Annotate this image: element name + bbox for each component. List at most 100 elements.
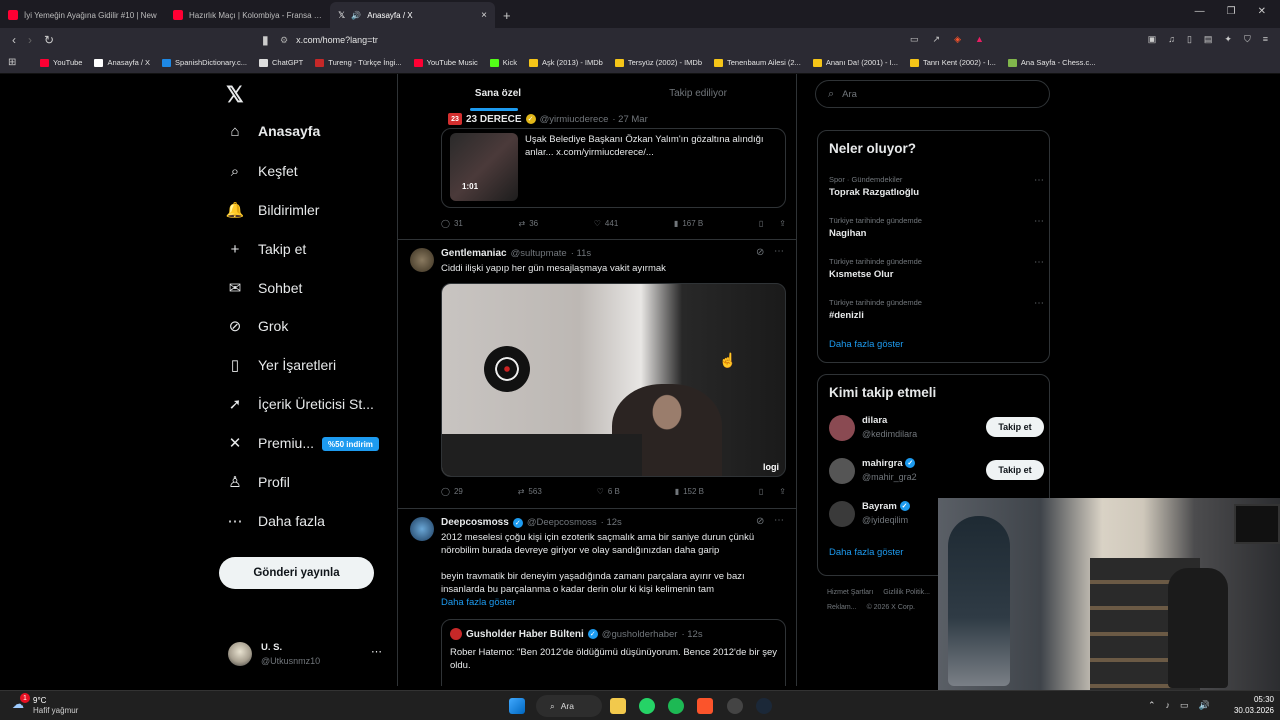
bookmark-item[interactable]: Tenenbaum Ailesi (2... xyxy=(714,58,801,67)
tweet-author[interactable]: Deepcosmoss xyxy=(441,517,509,528)
bookmark-item[interactable]: Ananı Da! (2001) - I... xyxy=(812,58,898,67)
tweet[interactable]: 23 23 DERECE ✓ @yirmiucderece · 27 Mar 1… xyxy=(398,110,796,240)
bookmark-item[interactable]: Anasayfa / X xyxy=(94,58,150,67)
repost-button[interactable]: ⇄ 563 xyxy=(518,487,542,496)
sidebar-icon[interactable]: ▯ xyxy=(1187,34,1192,45)
reload-icon[interactable]: ↻ xyxy=(44,33,54,47)
nav-item[interactable]: ⌂ Anasayfa xyxy=(226,122,320,140)
trends-show-more[interactable]: Daha fazla göster xyxy=(829,339,903,350)
bookmark-item[interactable]: YouTube Music xyxy=(413,58,478,67)
media-icon[interactable]: ♫ xyxy=(1168,34,1175,45)
app-icon[interactable] xyxy=(727,698,743,714)
vpn-icon[interactable]: ⛉ xyxy=(1244,34,1251,45)
trend-item[interactable]: Spor · Gündemdekiler Toprak Razgatlıoğlu ⋯ xyxy=(829,175,1044,198)
share-icon[interactable]: ↗ xyxy=(933,34,941,45)
bookmark-icon[interactable]: ▯ xyxy=(759,487,763,496)
close-window-icon[interactable]: ✕ xyxy=(1258,6,1266,17)
nav-item[interactable]: ⋯ Daha fazla xyxy=(226,512,325,530)
brave-shield-icon[interactable]: ◈ xyxy=(954,34,961,45)
bookmark-item[interactable]: Kick xyxy=(489,58,517,67)
chevron-up-icon[interactable]: ⌃ xyxy=(1148,700,1156,711)
close-tab-icon[interactable]: × xyxy=(481,10,487,21)
bookmark-item[interactable]: Ana Sayfa - Chess.c... xyxy=(1007,58,1096,67)
more-icon[interactable]: ⋯ xyxy=(1034,175,1044,186)
bookmark-page-icon[interactable]: ▮ xyxy=(262,33,269,47)
footer-link[interactable]: Gizlilik Politik... xyxy=(883,585,930,600)
tab-for-you[interactable]: Sana özel xyxy=(398,74,598,112)
whatsapp-icon[interactable] xyxy=(639,698,655,714)
cast-icon[interactable]: ▭ xyxy=(910,34,919,45)
more-icon[interactable]: ⋯ xyxy=(1034,216,1044,227)
bookmark-item[interactable]: Tureng - Türkçe İngi... xyxy=(315,58,402,67)
bookmark-item[interactable]: Aşk (2013) - IMDb xyxy=(528,58,603,67)
microphone-icon[interactable]: ♪ xyxy=(1166,700,1171,711)
trend-item[interactable]: Türkiye tarihinde gündemde #denizli ⋯ xyxy=(829,298,1044,321)
browser-tab[interactable]: Hazırlık Maçı | Kolombiya - Fransa (Ö xyxy=(165,2,330,28)
tweet[interactable]: Deepcosmoss ✓ @Deepcosmoss · 12s ⊘ ⋯ 201… xyxy=(398,509,796,686)
bookmark-icon[interactable]: ▯ xyxy=(759,219,763,228)
link-card[interactable]: 1:01 Uşak Belediye Başkanı Özkan Yalım'ı… xyxy=(441,128,786,208)
account-switcher[interactable]: U. S. @Utkusnmz10 ⋯ xyxy=(228,640,388,672)
menu-icon[interactable]: ≡ xyxy=(1263,34,1268,45)
nav-item[interactable]: ➚ İçerik Üreticisi St... xyxy=(226,395,374,413)
follow-button[interactable]: Takip et xyxy=(986,460,1044,480)
grok-icon[interactable]: ⊘ xyxy=(756,516,764,527)
tweet[interactable]: Gentlemaniac @sultupmate · 11s ⊘ ⋯ Ciddi… xyxy=(398,240,796,508)
views-button[interactable]: ▮ 167 B xyxy=(674,219,703,228)
screenshot-icon[interactable]: ▣ xyxy=(1148,34,1157,45)
x-logo-icon[interactable]: 𝕏 xyxy=(226,82,244,108)
bookmark-item[interactable]: YouTube xyxy=(40,58,82,67)
trend-item[interactable]: Türkiye tarihinde gündemde Nagihan ⋯ xyxy=(829,216,1044,239)
nav-item[interactable]: 🔔 Bildirimler xyxy=(226,201,320,219)
taskbar-search[interactable]: ⌕ Ara xyxy=(536,695,602,717)
more-icon[interactable]: ⋯ xyxy=(774,515,784,526)
weather-widget[interactable]: ☁ 1 9°C Hafif yağmur xyxy=(12,693,102,717)
spotify-icon[interactable] xyxy=(668,698,684,714)
grok-icon[interactable]: ⊘ xyxy=(756,247,764,258)
apps-grid-icon[interactable]: ⊞ xyxy=(8,57,16,68)
file-explorer-icon[interactable] xyxy=(610,698,626,714)
steam-icon[interactable] xyxy=(756,698,772,714)
share-icon[interactable]: ⇪ xyxy=(779,219,786,228)
quoted-tweet[interactable]: Gusholder Haber Bülteni ✓ @gusholderhabe… xyxy=(441,619,786,686)
follow-button[interactable]: Takip et xyxy=(986,417,1044,437)
footer-link[interactable]: Reklam... xyxy=(827,600,857,615)
minimize-icon[interactable]: — xyxy=(1195,6,1205,17)
like-button[interactable]: ♡ 441 xyxy=(594,219,619,228)
new-tab-button[interactable]: + xyxy=(503,8,511,23)
url-field[interactable]: ⚙ x.com/home?lang=tr xyxy=(280,30,1000,50)
more-icon[interactable]: ⋯ xyxy=(774,246,784,257)
tweet-video[interactable]: logi xyxy=(441,283,786,477)
nav-item[interactable]: ▯ Yer İşaretleri xyxy=(226,356,336,374)
nav-item[interactable]: ♙ Profil xyxy=(226,473,290,491)
back-icon[interactable]: ‹ xyxy=(12,33,16,47)
bookmark-item[interactable]: ChatGPT xyxy=(259,58,303,67)
post-button[interactable]: Gönderi yayınla xyxy=(219,557,374,589)
start-icon[interactable] xyxy=(509,698,525,714)
follow-suggestion[interactable]: mahirgra ✓ @mahir_gra2 Takip et xyxy=(829,458,1044,488)
reply-button[interactable]: ◯ 31 xyxy=(441,219,463,228)
browser-tab-active[interactable]: 𝕏 🔊 Anasayfa / X × xyxy=(330,2,495,28)
wallet-icon[interactable]: ▤ xyxy=(1204,34,1213,45)
network-icon[interactable]: ▭ xyxy=(1180,700,1189,711)
nav-item[interactable]: + Takip et xyxy=(226,240,307,258)
nav-item[interactable]: ⊘ Grok xyxy=(226,317,289,335)
share-icon[interactable]: ⇪ xyxy=(779,487,786,496)
volume-icon[interactable]: 🔊 xyxy=(1199,700,1210,711)
like-button[interactable]: ♡ 6 B xyxy=(597,487,620,496)
ai-icon[interactable]: ✦ xyxy=(1224,34,1232,45)
tweet-author[interactable]: Gentlemaniac xyxy=(441,248,507,259)
reply-button[interactable]: ◯ 29 xyxy=(441,487,463,496)
nav-item[interactable]: ✉ Sohbet xyxy=(226,279,303,297)
bookmark-item[interactable]: Tersyüz (2002) - IMDb xyxy=(614,58,702,67)
tab-following[interactable]: Takip ediliyor xyxy=(598,74,796,112)
footer-link[interactable]: Hizmet Şartları xyxy=(827,585,873,600)
nav-item[interactable]: ✕ Premiu... xyxy=(226,434,314,452)
trend-item[interactable]: Türkiye tarihinde gündemde Kısmetse Olur ⋯ xyxy=(829,257,1044,280)
follow-suggestion[interactable]: dilara @kedimdilara Takip et xyxy=(829,415,1044,445)
forward-icon[interactable]: › xyxy=(28,33,32,47)
show-more-link[interactable]: Daha fazla göster xyxy=(441,597,515,608)
views-button[interactable]: ▮ 152 B xyxy=(675,487,704,496)
browser-tab[interactable]: İyi Yemeğin Ayağına Gidilir #10 | New xyxy=(0,2,165,28)
nav-item[interactable]: ⌕ Keşfet xyxy=(226,162,298,180)
